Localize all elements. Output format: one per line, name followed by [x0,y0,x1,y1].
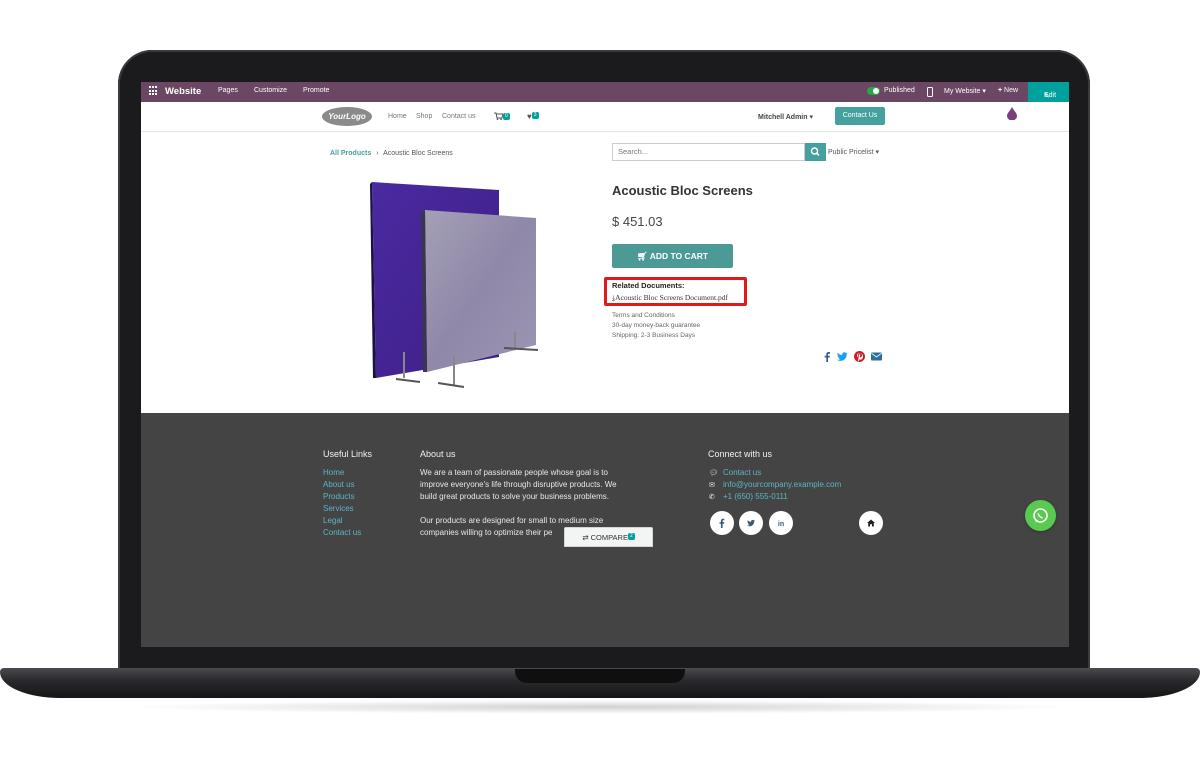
useful-links-title: Useful Links [323,449,373,459]
nav-contact[interactable]: Contact us [442,113,475,120]
menu-customize[interactable]: Customize [254,87,287,94]
home-icon [867,519,875,527]
wishlist-link[interactable]: ♥ 3 [527,112,539,122]
comment-icon: 💬︎ [709,470,718,477]
breadcrumb-separator: › [376,150,379,157]
related-documents-title: Related Documents: [612,281,685,290]
laptop-shadow [120,700,1080,714]
footer-link-contact[interactable]: Contact us [323,528,361,537]
cart-link[interactable]: 0 [494,112,510,123]
new-label: New [1004,87,1019,94]
mobile-preview-icon[interactable] [927,87,933,97]
footer-link-about[interactable]: About us [323,480,355,489]
breadcrumb-all-products[interactable]: All Products [330,150,371,157]
product-image[interactable] [370,182,547,392]
footer-email-link[interactable]: info@yourcompany.example.com [723,480,841,489]
footer-contact-link[interactable]: Contact us [723,468,761,477]
facebook-icon [719,518,725,528]
about-text-line: companies willing to optimize their pe [420,528,553,537]
cart-icon [494,112,504,121]
product-title: Acoustic Bloc Screens [612,183,753,198]
guarantee-text: 30-day money-back guarantee [612,322,701,329]
envelope-icon: ✉ [709,482,715,489]
compare-count-badge: 2 [627,533,635,540]
edit-label: Edit [1044,92,1057,99]
exchange-icon: ⇄ [582,533,589,542]
nav-home[interactable]: Home [388,113,407,120]
cart-count-badge: 0 [503,113,510,120]
footer-link-services[interactable]: Services [323,504,354,513]
svg-text:in: in [778,521,784,528]
menu-pages[interactable]: Pages [218,87,238,94]
product-price: $ 451.03 [612,214,663,229]
compare-label: COMPARE [590,533,628,542]
add-to-cart-label: ADD TO CART [649,251,709,261]
twitter-icon [747,519,755,527]
about-us-title: About us [420,449,456,459]
linkedin-icon: in [778,521,784,528]
search-button[interactable] [805,143,826,161]
about-text-line: build great products to solve your busin… [420,492,609,501]
footer-link-products[interactable]: Products [323,492,355,501]
facebook-icon[interactable] [822,351,833,362]
related-document-filename: Acoustic Bloc Screens Document.pdf [615,293,728,302]
footer-linkedin-button[interactable]: in [769,511,793,535]
footer-phone-link[interactable]: +1 (650) 555-0111 [723,492,788,501]
published-label: Published [884,87,915,94]
shipping-text: Shipping: 2-3 Business Days [612,332,696,339]
pricelist-dropdown[interactable]: Public Pricelist ▾ [828,148,879,156]
email-icon[interactable] [871,351,882,362]
about-text-line: improve everyone's life through disrupti… [420,480,617,489]
footer-home-button[interactable] [859,511,883,535]
laptop-notch [515,669,685,683]
search-input[interactable]: Search... [612,143,805,161]
theme-drop-icon [1007,107,1017,120]
search-icon [810,147,820,157]
topbar-brand[interactable]: Website [165,86,201,97]
breadcrumb: All Products › Acoustic Bloc Screens [330,150,453,157]
wishlist-count-badge: 3 [531,112,539,119]
footer: Useful Links Home About us Products Serv… [141,413,1069,647]
apps-grid-icon[interactable] [149,86,159,96]
editor-topbar: Website Pages Customize Promote Publishe… [141,82,1069,102]
add-to-cart-button[interactable]: 🛒︎ ADD TO CART [612,244,733,268]
whatsapp-button[interactable] [1025,500,1056,531]
nav-shop[interactable]: Shop [416,113,432,120]
contact-us-button[interactable]: Contact Us [835,107,885,125]
footer-link-home[interactable]: Home [323,468,344,477]
footer-twitter-button[interactable] [739,511,763,535]
connect-title: Connect with us [708,449,773,459]
about-text-line: Our products are designed for small to m… [420,516,604,525]
my-website-dropdown[interactable]: My Website ▾ [944,87,986,95]
user-menu[interactable]: Mitchell Admin ▾ [758,113,813,121]
pinterest-icon[interactable] [854,351,865,362]
published-toggle[interactable] [867,87,880,95]
menu-promote[interactable]: Promote [303,87,329,94]
pricelist-label: Public Pricelist [828,149,874,156]
company-logo[interactable]: YourLogo [322,107,372,126]
terms-link[interactable]: Terms and Conditions [612,312,675,319]
twitter-icon[interactable] [837,351,848,362]
website-navbar: YourLogo Home Shop Contact us 0 ♥ 3 Mitch… [141,102,1069,132]
about-text-line: We are a team of passionate people whose… [420,468,608,477]
phone-icon: ✆ [709,494,715,501]
user-name: Mitchell Admin [758,114,808,121]
whatsapp-icon [1033,508,1048,523]
footer-link-legal[interactable]: Legal [323,516,343,525]
cart-icon: 🛒︎ [636,251,648,261]
related-document-link[interactable]: ⤓Acoustic Bloc Screens Document.pdf [612,293,728,303]
new-button[interactable]: + New [998,87,1018,94]
my-website-label: My Website [944,88,981,95]
footer-facebook-button[interactable] [710,511,734,535]
compare-button[interactable]: ⇄ COMPARE 2 [564,527,653,547]
edit-button[interactable]: ✎ Edit [1028,82,1069,102]
breadcrumb-current: Acoustic Bloc Screens [383,150,453,157]
screen: Website Pages Customize Promote Publishe… [141,82,1069,647]
